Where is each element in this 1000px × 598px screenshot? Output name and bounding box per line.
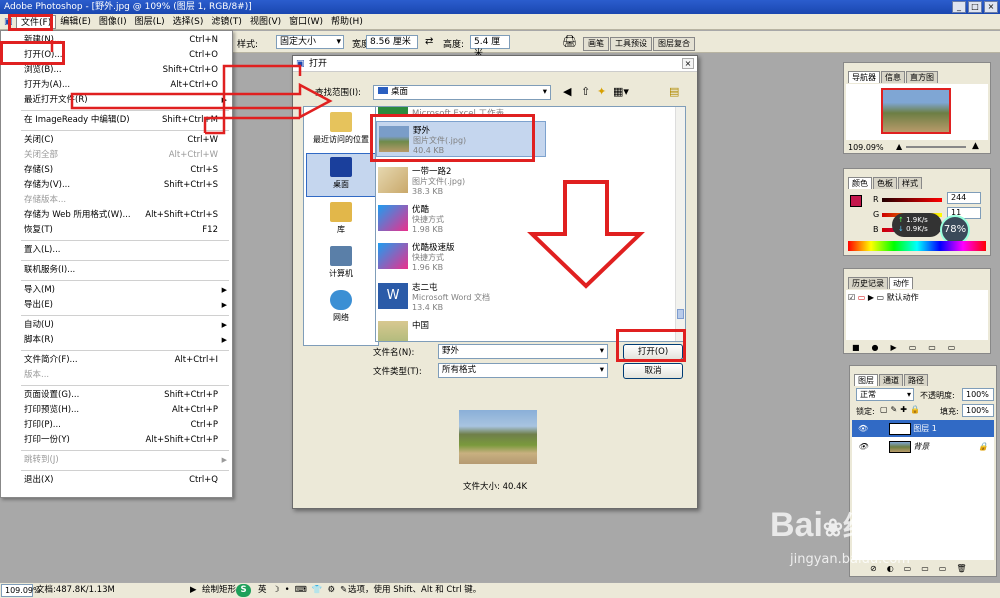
watermark-url: jingyan.baidu.com xyxy=(790,552,910,567)
baidu-watermark: Bai❀经验 xyxy=(770,506,900,544)
paw-icon: ❀ xyxy=(822,515,844,542)
annotation-line xyxy=(203,116,300,133)
annotation-line xyxy=(205,64,302,135)
annotation-right-arrow xyxy=(70,82,333,120)
annotation-down-arrow xyxy=(527,180,645,289)
